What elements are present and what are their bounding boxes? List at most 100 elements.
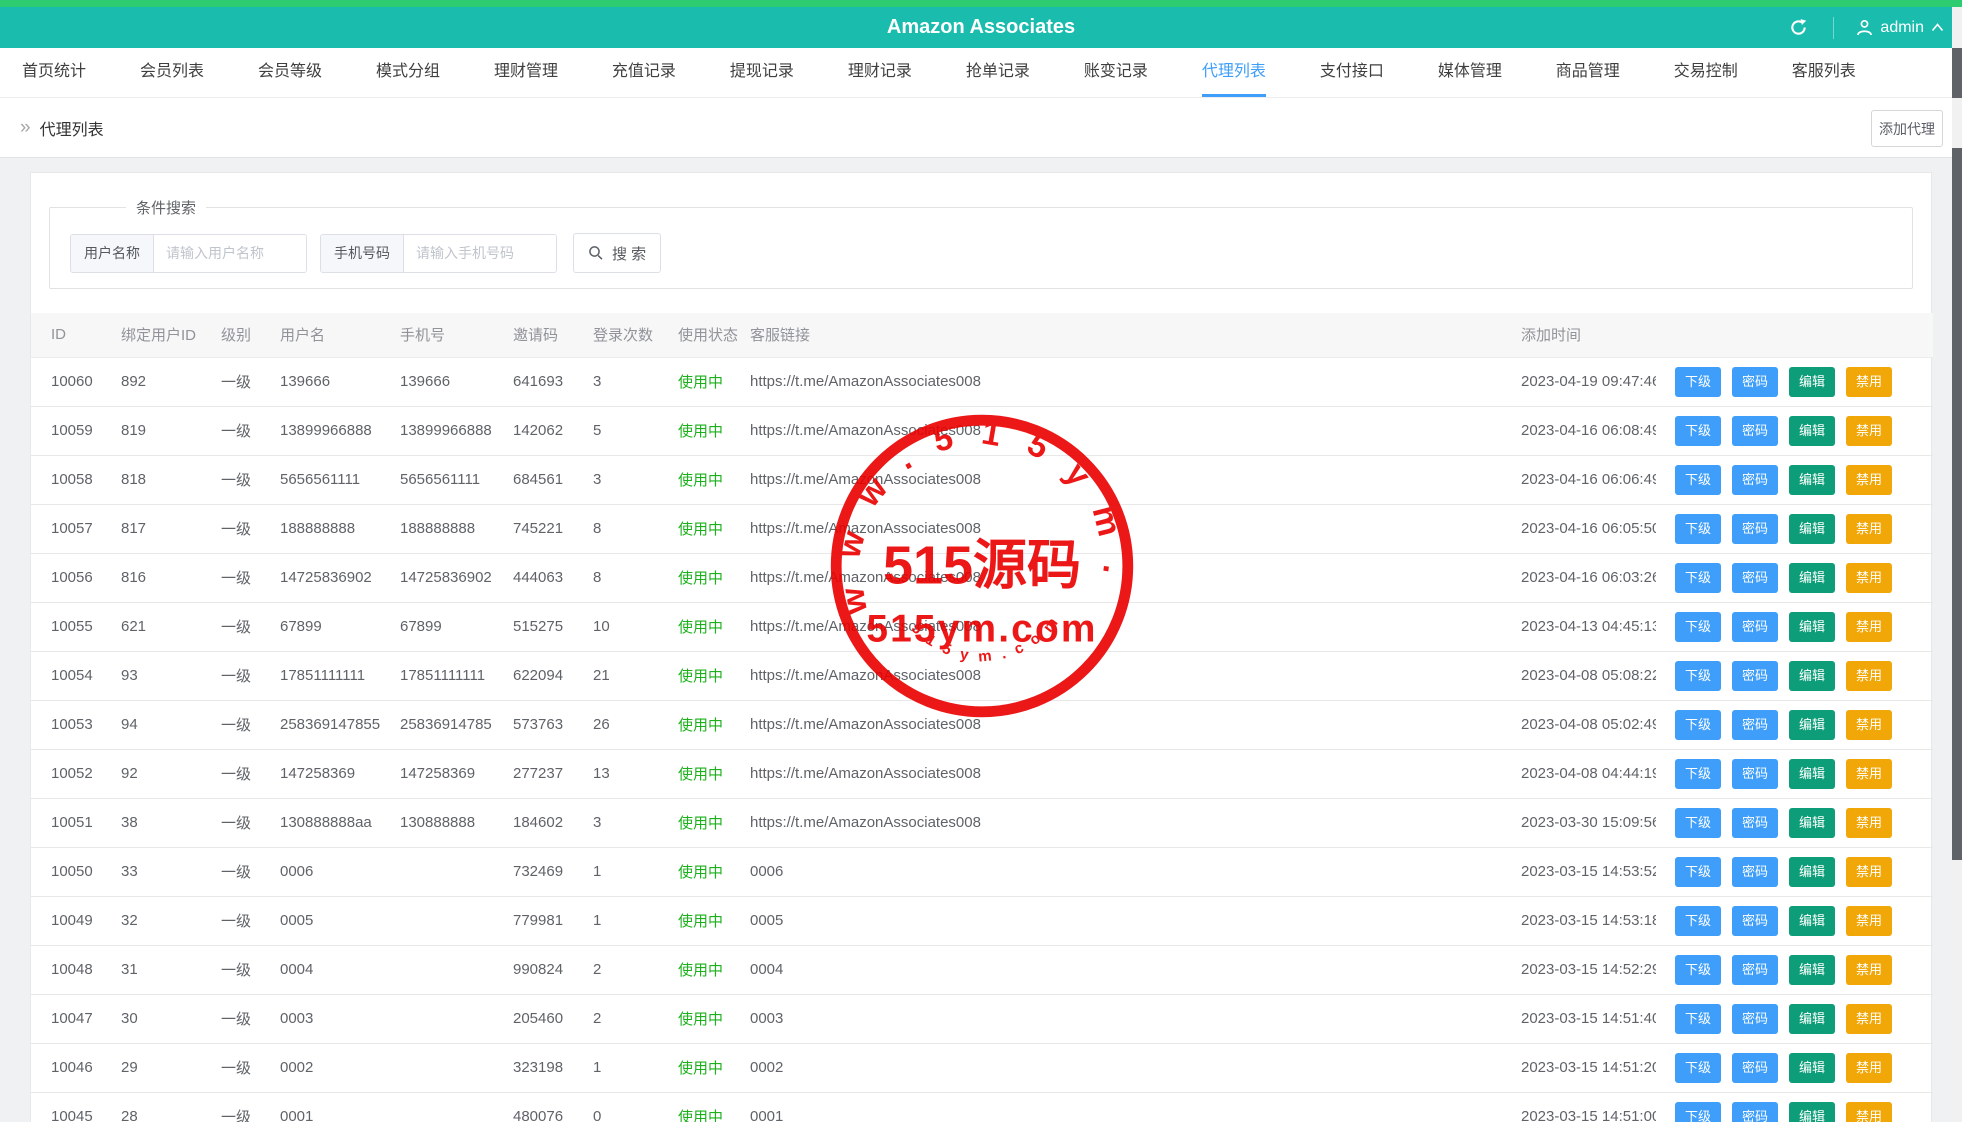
edit-button[interactable]: 编辑	[1789, 660, 1835, 691]
password-button[interactable]: 密码	[1732, 758, 1778, 789]
disable-button[interactable]: 禁用	[1846, 856, 1892, 887]
disable-button[interactable]: 禁用	[1846, 954, 1892, 985]
password-button[interactable]: 密码	[1732, 807, 1778, 838]
subordinate-button[interactable]: 下级	[1675, 464, 1721, 495]
disable-button[interactable]: 禁用	[1846, 611, 1892, 642]
disable-button[interactable]: 禁用	[1846, 1003, 1892, 1034]
disable-button[interactable]: 禁用	[1846, 513, 1892, 544]
edit-button[interactable]: 编辑	[1789, 366, 1835, 397]
edit-button[interactable]: 编辑	[1789, 1052, 1835, 1083]
subordinate-button[interactable]: 下级	[1675, 905, 1721, 936]
nav-tab-15[interactable]: 交易控制	[1674, 48, 1738, 97]
password-button[interactable]: 密码	[1732, 562, 1778, 593]
disable-button[interactable]: 禁用	[1846, 1052, 1892, 1083]
password-button[interactable]: 密码	[1732, 513, 1778, 544]
password-button[interactable]: 密码	[1732, 366, 1778, 397]
phone-input[interactable]	[404, 234, 556, 272]
password-button[interactable]: 密码	[1732, 611, 1778, 642]
nav-tab-2[interactable]: 会员列表	[140, 48, 204, 97]
nav-tab-label: 模式分组	[375, 63, 440, 80]
edit-button[interactable]: 编辑	[1789, 807, 1835, 838]
password-button[interactable]: 密码	[1732, 464, 1778, 495]
subordinate-button[interactable]: 下级	[1675, 611, 1721, 642]
nav-tab-1[interactable]: 首页统计	[22, 48, 86, 97]
subordinate-button[interactable]: 下级	[1675, 562, 1721, 593]
user-icon	[1857, 19, 1873, 36]
edit-button[interactable]: 编辑	[1789, 562, 1835, 593]
nav-tab-5[interactable]: 理财管理	[494, 48, 558, 97]
password-button[interactable]: 密码	[1732, 660, 1778, 691]
edit-button[interactable]: 编辑	[1789, 856, 1835, 887]
edit-button[interactable]: 编辑	[1789, 954, 1835, 985]
nav-tab-8[interactable]: 理财记录	[848, 48, 912, 97]
edit-button[interactable]: 编辑	[1789, 758, 1835, 789]
nav-tab-16[interactable]: 客服列表	[1792, 48, 1856, 97]
edit-button[interactable]: 编辑	[1789, 709, 1835, 740]
disable-button[interactable]: 禁用	[1846, 905, 1892, 936]
cell-phone: 25836914785	[380, 700, 493, 750]
nav-tab-12[interactable]: 支付接口	[1320, 48, 1384, 97]
cell-actions: 下级 密码 编辑 禁用	[1656, 945, 1933, 995]
cell-bind-user-id: 817	[101, 504, 201, 554]
password-button[interactable]: 密码	[1732, 415, 1778, 446]
disable-button[interactable]: 禁用	[1846, 366, 1892, 397]
content-card: 条件搜索 用户名称 手机号码 搜 索	[30, 172, 1933, 1122]
disable-button[interactable]: 禁用	[1846, 660, 1892, 691]
password-button[interactable]: 密码	[1732, 1101, 1778, 1122]
password-button[interactable]: 密码	[1732, 905, 1778, 936]
cell-phone: 14725836902	[380, 553, 493, 603]
username-input[interactable]	[154, 234, 306, 272]
subordinate-button[interactable]: 下级	[1675, 709, 1721, 740]
edit-button[interactable]: 编辑	[1789, 415, 1835, 446]
nav-tab-9[interactable]: 抢单记录	[966, 48, 1030, 97]
edit-button[interactable]: 编辑	[1789, 905, 1835, 936]
password-button[interactable]: 密码	[1732, 856, 1778, 887]
subordinate-button[interactable]: 下级	[1675, 1052, 1721, 1083]
subordinate-button[interactable]: 下级	[1675, 954, 1721, 985]
nav-tab-7[interactable]: 提现记录	[730, 48, 794, 97]
password-button[interactable]: 密码	[1732, 1052, 1778, 1083]
subordinate-button[interactable]: 下级	[1675, 758, 1721, 789]
disable-button[interactable]: 禁用	[1846, 415, 1892, 446]
subordinate-button[interactable]: 下级	[1675, 415, 1721, 446]
edit-button[interactable]: 编辑	[1789, 611, 1835, 642]
disable-button[interactable]: 禁用	[1846, 807, 1892, 838]
nav-tab-6[interactable]: 充值记录	[612, 48, 676, 97]
cell-phone	[380, 945, 493, 995]
nav-tab-10[interactable]: 账变记录	[1084, 48, 1148, 97]
user-menu[interactable]: admin	[1846, 19, 1954, 37]
disable-button[interactable]: 禁用	[1846, 464, 1892, 495]
add-agent-button[interactable]: 添加代理	[1871, 110, 1943, 147]
subordinate-button[interactable]: 下级	[1675, 660, 1721, 691]
nav-tab-4[interactable]: 模式分组	[376, 48, 440, 97]
nav-tab-13[interactable]: 媒体管理	[1438, 48, 1502, 97]
subordinate-button[interactable]: 下级	[1675, 1101, 1721, 1122]
subordinate-button[interactable]: 下级	[1675, 366, 1721, 397]
subordinate-button[interactable]: 下级	[1675, 1003, 1721, 1034]
cell-id: 10060	[31, 357, 101, 407]
disable-button[interactable]: 禁用	[1846, 562, 1892, 593]
subordinate-button[interactable]: 下级	[1675, 513, 1721, 544]
subordinate-button[interactable]: 下级	[1675, 807, 1721, 838]
edit-button[interactable]: 编辑	[1789, 1101, 1835, 1122]
nav-tab-3[interactable]: 会员等级	[258, 48, 322, 97]
scrollbar-thumb[interactable]	[1952, 148, 1962, 860]
subordinate-button[interactable]: 下级	[1675, 856, 1721, 887]
search-button[interactable]: 搜 索	[573, 233, 662, 273]
disable-button[interactable]: 禁用	[1846, 709, 1892, 740]
edit-button[interactable]: 编辑	[1789, 1003, 1835, 1034]
nav-tab-11[interactable]: 代理列表	[1201, 48, 1266, 97]
nav-tab-label: 客服列表	[1791, 63, 1856, 80]
edit-button[interactable]: 编辑	[1789, 464, 1835, 495]
cell-invite-code: 444063	[493, 553, 573, 603]
password-button[interactable]: 密码	[1732, 1003, 1778, 1034]
password-button[interactable]: 密码	[1732, 709, 1778, 740]
edit-button[interactable]: 编辑	[1789, 513, 1835, 544]
disable-button[interactable]: 禁用	[1846, 1101, 1892, 1122]
password-button[interactable]: 密码	[1732, 954, 1778, 985]
refresh-button[interactable]	[1775, 7, 1821, 48]
disable-button[interactable]: 禁用	[1846, 758, 1892, 789]
nav-tab-14[interactable]: 商品管理	[1556, 48, 1620, 97]
scrollbar-thumb-top[interactable]	[1952, 48, 1962, 98]
header-right-controls: admin	[1775, 7, 1954, 48]
